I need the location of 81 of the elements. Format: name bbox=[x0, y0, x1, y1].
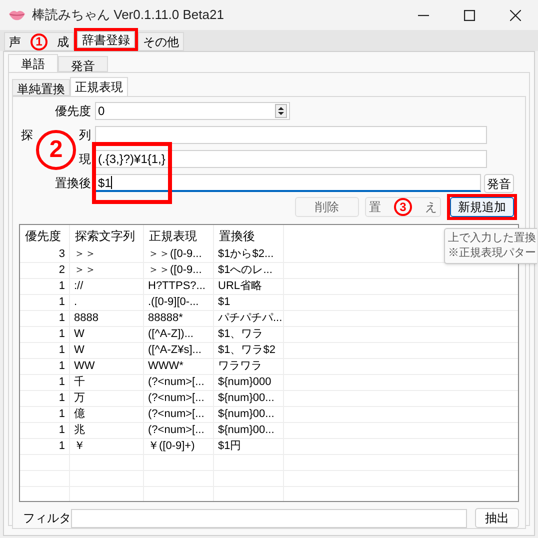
table-cell: ${num}00... bbox=[214, 407, 284, 422]
table-cell: :// bbox=[70, 279, 144, 294]
table-cell: ([^A-Z¥s]... bbox=[144, 343, 214, 358]
table-cell: $1 bbox=[214, 295, 284, 310]
table-cell: 1 bbox=[20, 311, 70, 326]
table-cell: ￥([0-9]+) bbox=[144, 439, 214, 454]
field-label: 探 bbox=[21, 127, 33, 144]
table-cell: 1 bbox=[20, 295, 70, 310]
column-header[interactable]: 置換後 bbox=[214, 225, 284, 247]
table-cell: 1 bbox=[20, 407, 70, 422]
table-cell: ワラワラ bbox=[214, 359, 284, 374]
table-cell: ${num}00... bbox=[214, 391, 284, 406]
table-cell: $1、ワラ bbox=[214, 327, 284, 342]
table-cell: 2 bbox=[20, 263, 70, 278]
number-field[interactable]: 0 bbox=[95, 102, 290, 120]
table-cell: 1 bbox=[20, 391, 70, 406]
field-label: 現 bbox=[79, 151, 91, 168]
table-cell: . bbox=[70, 295, 144, 310]
input-field[interactable]: (.{3,}?)¥1{1,} bbox=[95, 150, 487, 168]
tooltip: 上で入力した置換 ※正規表現パター bbox=[444, 228, 537, 264]
table-cell: 8888 bbox=[70, 311, 144, 326]
table-cell: (?<num>[... bbox=[144, 375, 214, 390]
action-button[interactable]: 削除 bbox=[295, 197, 359, 217]
tab[interactable]: 単純置換 bbox=[12, 79, 70, 96]
table-cell: WWW* bbox=[144, 359, 214, 374]
input-field[interactable]: $1 bbox=[95, 174, 481, 192]
tab[interactable]: その他 bbox=[138, 32, 184, 51]
table-cell: ＞＞([0-9... bbox=[144, 263, 214, 278]
table-cell: 1 bbox=[20, 327, 70, 342]
table-cell: WW bbox=[70, 359, 144, 374]
table-cell: 億 bbox=[70, 407, 144, 422]
table-cell: ＞＞ bbox=[70, 263, 144, 278]
table-cell: H?TTPS?... bbox=[144, 279, 214, 294]
action-button[interactable]: 置 3 え bbox=[365, 197, 441, 217]
field-label: 置換後 bbox=[55, 175, 91, 192]
tab[interactable]: 辞書登録 bbox=[77, 31, 135, 48]
table-cell: $1から$2... bbox=[214, 247, 284, 262]
table-cell: .([0-9][0-... bbox=[144, 295, 214, 310]
tab[interactable]: 単語 bbox=[8, 54, 58, 72]
table-cell: ￥ bbox=[70, 439, 144, 454]
field-label: 列 bbox=[79, 127, 91, 144]
callout-number: 2 bbox=[36, 130, 76, 170]
table-cell: 兆 bbox=[70, 423, 144, 438]
table-cell: ${num}000 bbox=[214, 375, 284, 390]
table-cell: 88888* bbox=[144, 311, 214, 326]
table-cell: 1 bbox=[20, 423, 70, 438]
window-title: 棒読みちゃん Ver0.1.11.0 Beta21 bbox=[32, 6, 224, 24]
filter-label: フィルタ bbox=[22, 510, 71, 527]
table-cell: 万 bbox=[70, 391, 144, 406]
callout-number: 3 bbox=[394, 198, 412, 216]
extract-button[interactable]: 抽出 bbox=[475, 508, 519, 528]
table-cell: ＞＞([0-9... bbox=[144, 247, 214, 262]
column-header[interactable]: 優先度 bbox=[20, 225, 70, 247]
table-cell: ([^A-Z])... bbox=[144, 327, 214, 342]
field-label: 優先度 bbox=[55, 103, 91, 120]
table-cell: W bbox=[70, 343, 144, 358]
table-cell: (?<num>[... bbox=[144, 423, 214, 438]
tab[interactable]: 発音 bbox=[58, 56, 108, 72]
table-cell: $1円 bbox=[214, 439, 284, 454]
action-button[interactable]: 新規追加 bbox=[450, 197, 514, 217]
table-cell: 1 bbox=[20, 359, 70, 374]
column-header[interactable]: 探索文字列 bbox=[70, 225, 144, 247]
table-cell: ${num}00... bbox=[214, 423, 284, 438]
table-cell: 1 bbox=[20, 343, 70, 358]
pronunciation-button[interactable]: 発音 bbox=[484, 174, 514, 192]
table-cell: ＞＞ bbox=[70, 247, 144, 262]
table-cell: 1 bbox=[20, 375, 70, 390]
table-cell: W bbox=[70, 327, 144, 342]
table-cell: URL省略 bbox=[214, 279, 284, 294]
table-cell: 1 bbox=[20, 279, 70, 294]
table-cell: パチパチパ... bbox=[214, 311, 284, 326]
tab[interactable]: 正規表現 bbox=[70, 77, 128, 96]
table-cell: 3 bbox=[20, 247, 70, 262]
tab[interactable]: 声 1 成 bbox=[4, 32, 74, 51]
table-cell: 1 bbox=[20, 439, 70, 454]
table-cell: 千 bbox=[70, 375, 144, 390]
table-cell: (?<num>[... bbox=[144, 407, 214, 422]
column-header[interactable]: 正規表現 bbox=[144, 225, 214, 247]
table-cell: $1、ワラ$2 bbox=[214, 343, 284, 358]
table-cell: (?<num>[... bbox=[144, 391, 214, 406]
table-cell: $1へのレ... bbox=[214, 263, 284, 278]
